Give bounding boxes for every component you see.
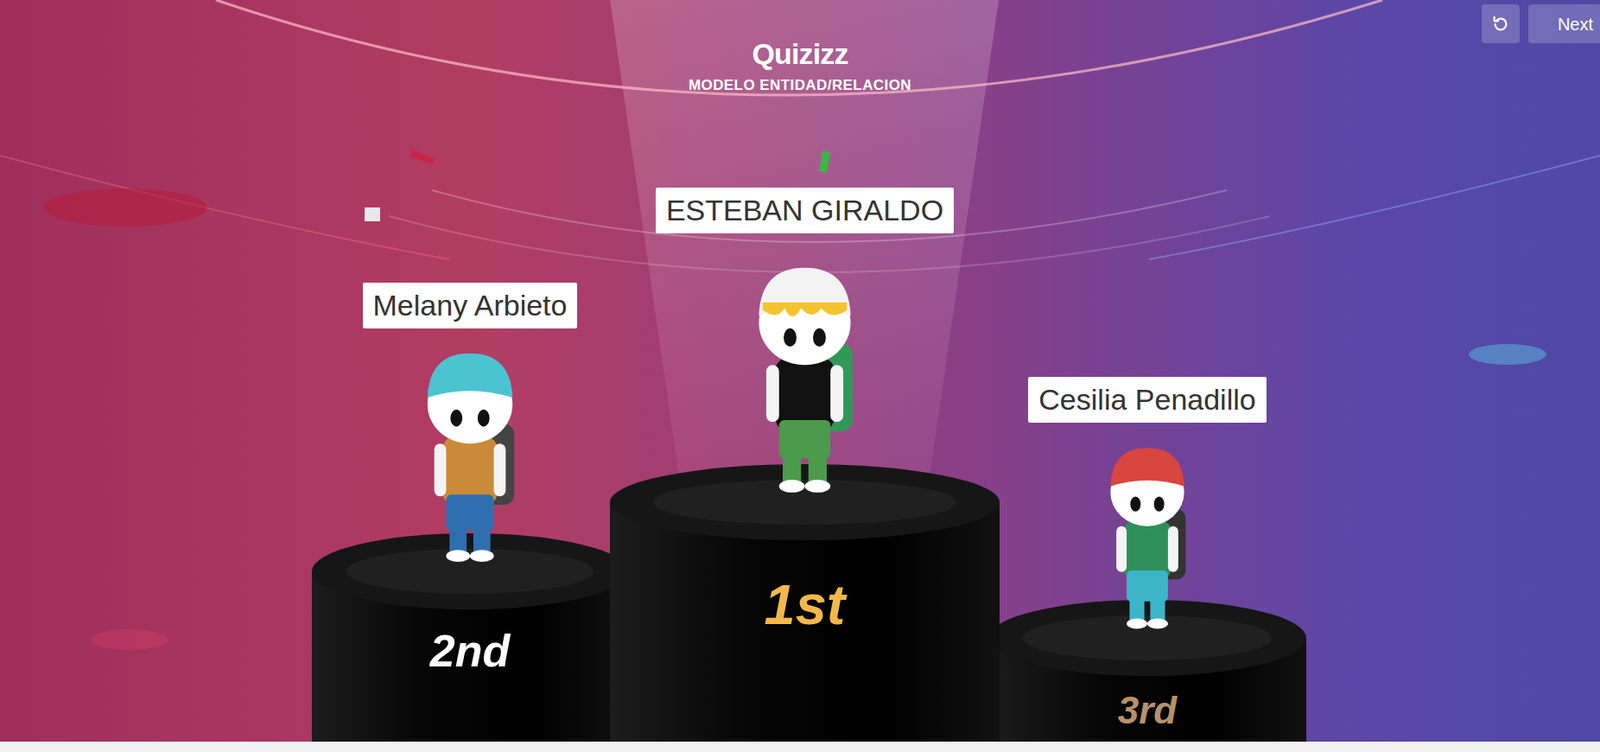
- avatar-icon: [740, 256, 870, 496]
- podium-block: 2nd: [311, 533, 629, 742]
- podium: Melany Arbieto 2nd ESTEBAN GIRALDO 1st Cesil…: [311, 187, 1307, 742]
- rank-label: 3rd: [1117, 691, 1177, 730]
- podium-place: Cesilia Penadillo 3rd: [988, 376, 1307, 742]
- podium-top: [609, 463, 1000, 540]
- podium-place: Melany Arbieto 2nd: [311, 282, 629, 742]
- rank-wrap: 1st: [609, 463, 1000, 633]
- podium-top: [988, 599, 1307, 676]
- player-name: ESTEBAN GIRALDO: [655, 187, 954, 234]
- player-name: Cesilia Penadillo: [1028, 376, 1266, 423]
- podium-top-inner: [1022, 615, 1271, 660]
- podium-top: [311, 533, 629, 610]
- quizizz-logo: Quizizz: [751, 36, 848, 71]
- quiz-title: MODELO ENTIDAD/RELACION: [688, 76, 912, 96]
- replay-button[interactable]: [1481, 4, 1520, 44]
- rank-label: 2nd: [430, 628, 510, 674]
- replay-icon: [1491, 14, 1511, 34]
- podium-block: 1st: [609, 463, 1000, 742]
- bottom-strip: [0, 741, 1600, 752]
- player-avatar: [740, 256, 870, 496]
- podium-block: 3rd: [988, 599, 1307, 742]
- podium-top-inner: [346, 548, 593, 593]
- toolbar: Next: [1481, 4, 1600, 44]
- podium-place: ESTEBAN GIRALDO 1st: [609, 187, 1000, 742]
- player-avatar: [410, 342, 530, 565]
- podium-top-inner: [653, 479, 958, 524]
- next-button[interactable]: Next: [1528, 4, 1600, 44]
- avatar-icon: [410, 342, 530, 565]
- rank-wrap: 3rd: [988, 599, 1307, 730]
- stage: Quizizz MODELO ENTIDAD/RELACION Next Mel…: [0, 0, 1600, 742]
- rank-wrap: 2nd: [311, 533, 629, 674]
- rank-label: 1st: [764, 576, 846, 633]
- player-name: Melany Arbieto: [362, 282, 578, 329]
- player-avatar: [1095, 438, 1200, 631]
- page: {"header": {"logo": "Quizizz", "title": …: [0, 0, 1600, 752]
- avatar-icon: [1095, 438, 1200, 631]
- header: Quizizz MODELO ENTIDAD/RELACION: [0, 0, 1600, 96]
